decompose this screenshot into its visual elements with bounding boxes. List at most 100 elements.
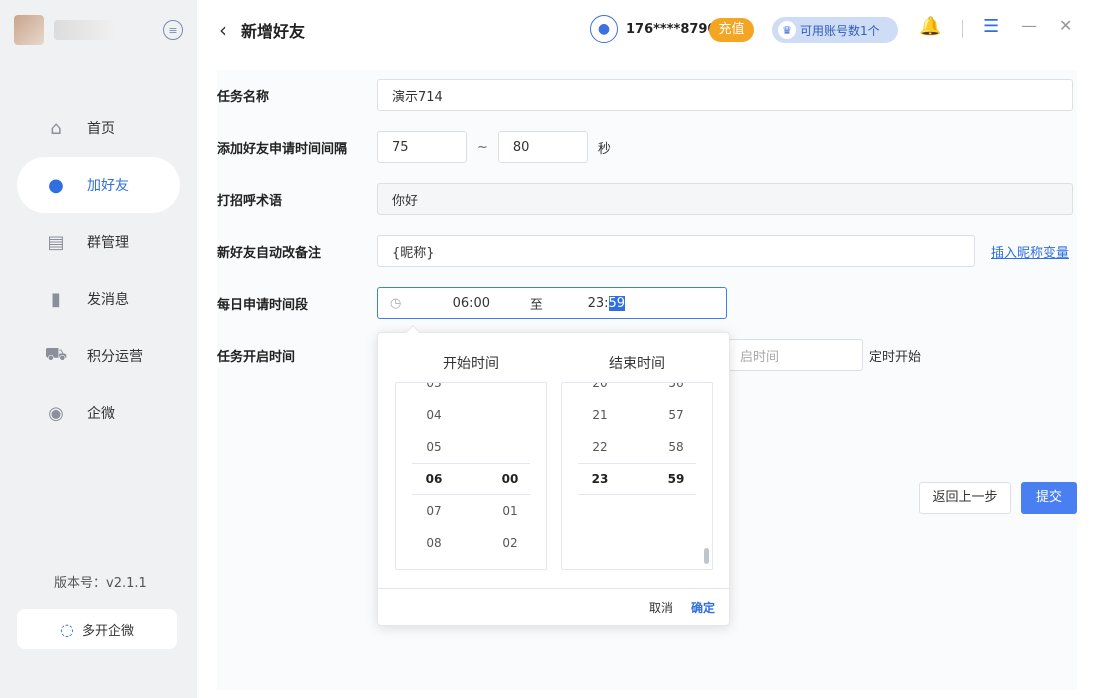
- end-time-spinner[interactable]: 20 21 22 23 56 57 58 59: [561, 382, 713, 570]
- end-hour-cell[interactable]: [562, 527, 638, 559]
- end-minute-cell[interactable]: 56: [638, 383, 712, 399]
- available-accounts-badge[interactable]: ♛ 可用账号数1个: [772, 17, 898, 43]
- collapse-sidebar-icon[interactable]: ≡: [163, 20, 183, 40]
- version-text: 版本号：v2.1.1: [54, 576, 147, 591]
- end-minute-cell[interactable]: [638, 495, 712, 527]
- start-minute-cell[interactable]: [472, 383, 546, 399]
- menu-icon[interactable]: ☰: [983, 16, 999, 37]
- remark-label: 新好友自动改备注: [217, 245, 322, 261]
- start-minute-cell[interactable]: 00: [472, 463, 546, 495]
- interval-min-value: 75: [392, 139, 409, 155]
- period-label: 每日申请时间段: [217, 297, 309, 313]
- back-arrow-icon[interactable]: ‹: [219, 18, 227, 42]
- sidebar-header: ≡: [0, 0, 197, 60]
- end-minute-cell[interactable]: [638, 527, 712, 559]
- task-name-value: 演示714: [392, 89, 443, 105]
- start-hour-cell[interactable]: 05: [396, 431, 472, 463]
- start-hour-column[interactable]: 03 04 05 06 07 08: [396, 383, 472, 559]
- start-minute-cell[interactable]: 02: [472, 527, 546, 559]
- sidebar-item-label: 群管理: [87, 235, 129, 251]
- sidebar-menu: ⌂ 首页 ● 加好友 ▤ 群管理 ▮ 发消息 ⛟ 积分运营 ◉ 企微: [0, 100, 197, 441]
- top-header: ‹ 新增好友 ● 176****8790 充值 ♛ 可用账号数1个 🔔 ☰ — …: [197, 0, 1094, 60]
- start-time-placeholder: 启时间: [740, 349, 780, 365]
- interval-row: 添加好友申请时间间隔 75 ~ 80 秒: [217, 131, 611, 163]
- end-hour-cell[interactable]: [562, 495, 638, 527]
- sidebar-item-label: 发消息: [87, 292, 129, 308]
- confirm-button[interactable]: 确定: [691, 599, 715, 616]
- sidebar-item-points[interactable]: ⛟ 积分运营: [17, 328, 180, 384]
- end-hour-cell[interactable]: 23: [562, 463, 638, 495]
- start-minute-cell[interactable]: 01: [472, 495, 546, 527]
- cart-icon: ⛟: [44, 344, 68, 365]
- back-step-button[interactable]: 返回上一步: [919, 482, 1011, 514]
- period-start[interactable]: 06:00: [441, 296, 501, 311]
- greeting-row: 打招呼术语 你好: [217, 183, 1073, 215]
- interval-min-input[interactable]: 75: [377, 131, 467, 163]
- start-minute-cell[interactable]: [472, 399, 546, 431]
- start-hour-cell[interactable]: 03: [396, 383, 472, 399]
- remark-row: 新好友自动改备注 {昵称} 插入昵称变量: [217, 235, 1069, 267]
- page-title: 新增好友: [241, 22, 306, 41]
- start-minute-cell[interactable]: [472, 431, 546, 463]
- divider: [962, 20, 963, 38]
- recharge-button[interactable]: 充值: [709, 18, 754, 42]
- end-minute-cell[interactable]: 59: [638, 463, 712, 495]
- multi-wecom-button[interactable]: ◌ 多开企微: [17, 609, 177, 649]
- time-picker-popup: 开始时间 结束时间 03 04 05 06 07 08 00 01 02 20 …: [377, 324, 730, 626]
- start-hour-cell[interactable]: 06: [396, 463, 472, 495]
- start-time-input[interactable]: 启时间: [725, 339, 863, 371]
- interval-max-input[interactable]: 80: [497, 131, 588, 163]
- insert-nickname-link[interactable]: 插入昵称变量: [991, 242, 1069, 261]
- greeting-label: 打招呼术语: [217, 193, 283, 209]
- cancel-button[interactable]: 取消: [649, 599, 673, 616]
- minimize-icon[interactable]: —: [1021, 16, 1037, 35]
- selection-line-bottom: [578, 494, 696, 495]
- multi-wecom-label: 多开企微: [81, 623, 134, 639]
- end-minute-column[interactable]: 56 57 58 59: [638, 383, 712, 559]
- sidebar-item-label: 首页: [87, 121, 115, 137]
- chat-plus-icon: ◌: [60, 619, 74, 639]
- crown-icon: ♛: [778, 21, 796, 39]
- scrollbar-thumb[interactable]: [704, 548, 709, 564]
- sidebar-item-message[interactable]: ▮ 发消息: [17, 271, 180, 327]
- start-hour-cell[interactable]: 04: [396, 399, 472, 431]
- end-hour-cell[interactable]: 20: [562, 383, 638, 399]
- start-time-label: 任务开启时间: [217, 349, 296, 365]
- end-hour-column[interactable]: 20 21 22 23: [562, 383, 638, 559]
- sidebar-item-add-friend[interactable]: ● 加好友: [17, 157, 180, 213]
- start-hour-cell[interactable]: 08: [396, 527, 472, 559]
- remark-value: {昵称}: [392, 245, 435, 261]
- submit-button[interactable]: 提交: [1021, 482, 1077, 514]
- group-icon: ▤: [47, 231, 65, 253]
- phone-number: 176****8790: [626, 21, 717, 37]
- avatar[interactable]: [14, 15, 44, 45]
- end-minute-cell[interactable]: 58: [638, 431, 712, 463]
- user-info[interactable]: ● 176****8790: [590, 15, 717, 43]
- sidebar-item-wecom[interactable]: ◉ 企微: [17, 385, 180, 441]
- end-minute-cell[interactable]: 57: [638, 399, 712, 431]
- task-name-label: 任务名称: [217, 89, 270, 105]
- account-name-blurred: [54, 20, 114, 40]
- interval-separator: ~: [477, 139, 488, 155]
- end-hour-cell[interactable]: 21: [562, 399, 638, 431]
- end-hour-cell[interactable]: 22: [562, 431, 638, 463]
- available-accounts-label: 可用账号数1个: [800, 23, 880, 38]
- start-hour-cell[interactable]: 07: [396, 495, 472, 527]
- interval-label: 添加好友申请时间间隔: [217, 141, 348, 157]
- greeting-input[interactable]: 你好: [377, 183, 1073, 215]
- start-minute-column[interactable]: 00 01 02: [472, 383, 546, 559]
- sidebar-item-home[interactable]: ⌂ 首页: [17, 100, 180, 156]
- greeting-value: 你好: [392, 193, 419, 209]
- clock-icon: ◷: [390, 295, 402, 311]
- start-time-spinner[interactable]: 03 04 05 06 07 08 00 01 02: [395, 382, 547, 570]
- bell-icon[interactable]: 🔔: [919, 16, 941, 37]
- period-end[interactable]: 23:59: [571, 295, 641, 311]
- end-time-title: 结束时间: [609, 356, 665, 372]
- period-end-selected: 59: [608, 295, 626, 311]
- sidebar-item-group[interactable]: ▤ 群管理: [17, 214, 180, 270]
- selection-line-top: [578, 463, 696, 464]
- remark-input[interactable]: {昵称}: [377, 235, 975, 267]
- time-range-picker[interactable]: ◷ 06:00 至 23:59: [377, 287, 727, 319]
- close-icon[interactable]: ✕: [1059, 16, 1072, 35]
- task-name-input[interactable]: 演示714: [377, 79, 1073, 111]
